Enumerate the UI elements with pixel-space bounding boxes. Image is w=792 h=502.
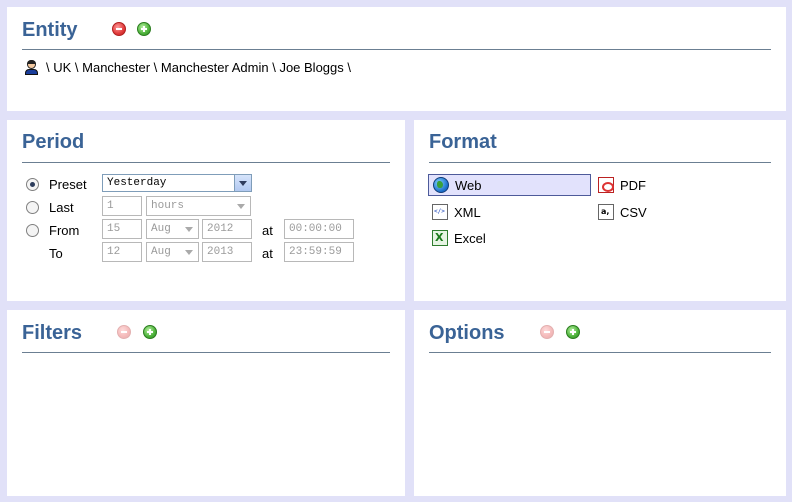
chevron-down-icon[interactable] [234,175,251,191]
format-title: Format [429,131,497,153]
to-at-label: at [262,246,273,261]
to-month-value: Aug [151,246,171,258]
csv-icon [598,204,614,220]
preset-radio[interactable] [26,178,39,191]
format-pdf-label: PDF [620,177,646,193]
breadcrumb-item-manchester[interactable]: Manchester \ [82,60,157,75]
to-label: To [49,246,63,261]
user-icon [24,59,38,75]
filters-title: Filters [22,322,83,344]
to-year-input[interactable]: 2013 [202,242,252,262]
globe-icon [433,177,449,193]
add-filter-icon[interactable] [143,325,157,339]
filters-panel: Filters [7,310,405,496]
format-pdf[interactable]: PDF [594,174,744,196]
last-count-input[interactable]: 1 [102,196,142,216]
format-xml[interactable]: XML [428,201,591,223]
format-excel[interactable]: Excel [428,227,591,249]
to-month-select[interactable]: Aug [146,242,199,262]
from-month-value: Aug [151,223,171,235]
last-label: Last [49,200,74,215]
breadcrumb-item-manchester-admin[interactable]: Manchester Admin \ [161,60,276,75]
breadcrumb: \ UK \ Manchester \ Manchester Admin \ J… [24,59,351,75]
format-xml-label: XML [454,204,481,220]
options-panel: Options [414,310,786,496]
options-title: Options [429,322,505,344]
from-at-label: at [262,223,273,238]
last-unit-select[interactable]: hours [146,196,251,216]
excel-icon [432,230,448,246]
to-day-input[interactable]: 12 [102,242,142,262]
entity-title: Entity [22,19,78,41]
from-label: From [49,223,80,238]
from-year-input[interactable]: 2012 [202,219,252,239]
filters-divider [22,352,390,353]
options-divider [429,352,771,353]
xml-icon [432,204,448,220]
from-month-select[interactable]: Aug [146,219,199,239]
format-csv-label: CSV [620,204,647,220]
format-csv[interactable]: CSV [594,201,744,223]
to-time-input[interactable]: 23:59:59 [284,242,354,262]
period-divider [22,162,390,163]
period-title: Period [22,131,85,153]
pdf-icon [598,177,614,193]
chevron-down-icon [185,250,193,255]
format-divider [429,162,771,163]
remove-filter-icon [117,325,131,339]
preset-value: Yesterday [107,177,167,189]
last-radio[interactable] [26,201,39,214]
format-web-label: Web [455,177,482,193]
from-time-input[interactable]: 00:00:00 [284,219,354,239]
add-entity-icon[interactable] [137,22,151,36]
breadcrumb-item-uk[interactable]: \ UK \ [46,60,79,75]
breadcrumb-item-joe-bloggs[interactable]: Joe Bloggs \ [279,60,351,75]
entity-divider [22,49,771,50]
format-panel: Format Web PDF XML CSV Excel [414,120,786,301]
from-day-input[interactable]: 15 [102,219,142,239]
period-panel: Period Preset Yesterday Last 1 hours Fro… [7,120,405,301]
preset-label: Preset [49,177,87,192]
remove-option-icon [540,325,554,339]
chevron-down-icon [185,227,193,232]
add-option-icon[interactable] [566,325,580,339]
format-excel-label: Excel [454,230,486,246]
remove-entity-icon[interactable] [112,22,126,36]
format-web[interactable]: Web [428,174,591,196]
chevron-down-icon [237,204,245,209]
last-unit-value: hours [151,200,185,212]
preset-select[interactable]: Yesterday [102,174,252,192]
from-radio[interactable] [26,224,39,237]
